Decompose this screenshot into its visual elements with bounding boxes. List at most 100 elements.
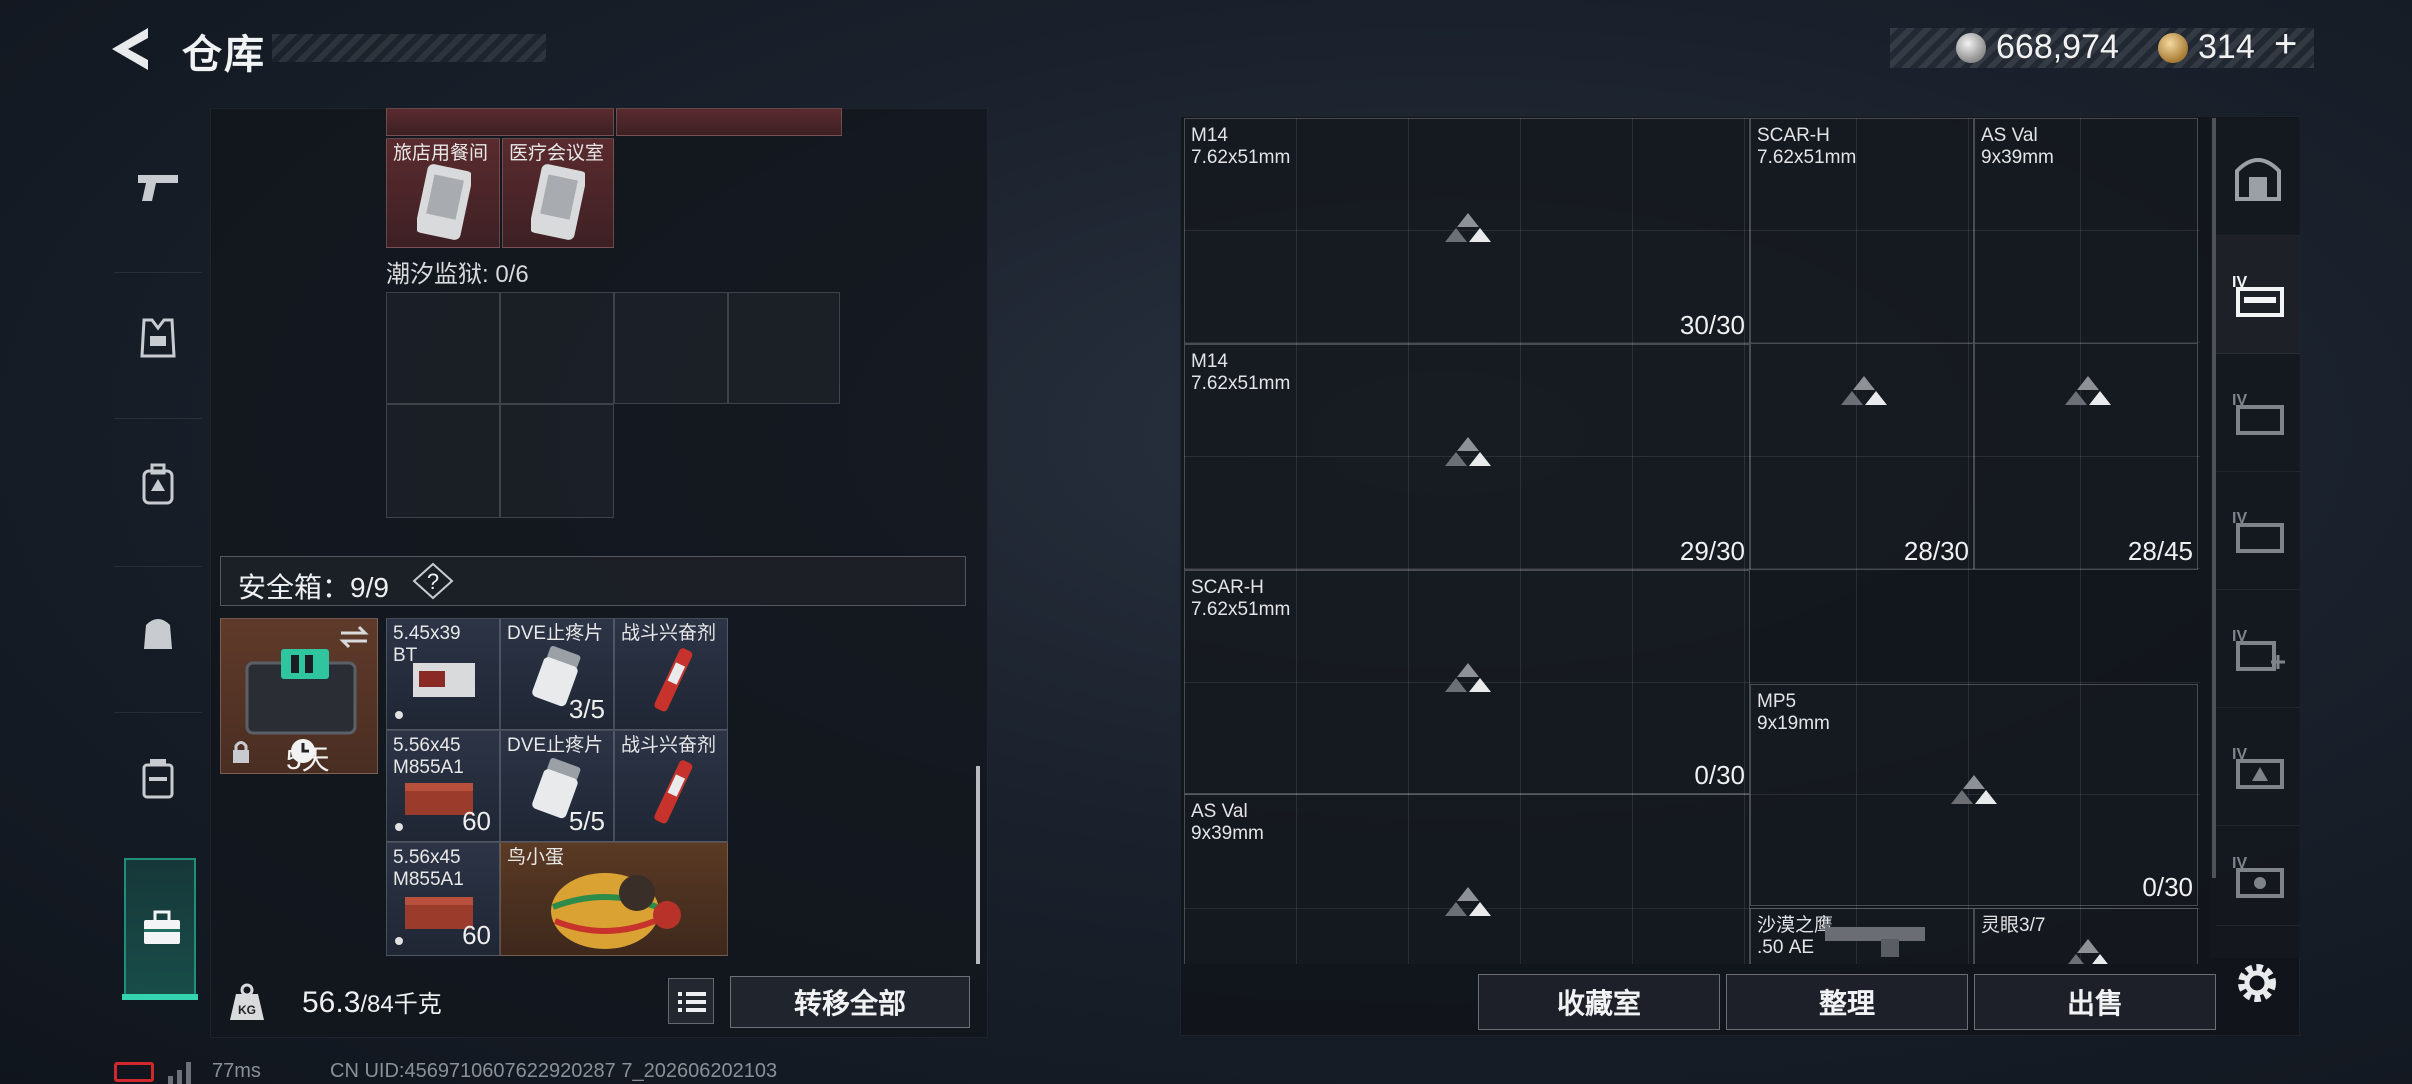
weapon-slot-mp5[interactable]: MP5 9x19mm 0/30: [1750, 684, 2198, 906]
weapon-slot-as-val[interactable]: AS Val 9x39mm: [1974, 118, 2198, 344]
weapon-slot-m14[interactable]: M14 7.62x51mm 29/30: [1184, 344, 1750, 570]
tab-backpack[interactable]: [114, 418, 202, 548]
transfer-all-button[interactable]: 转移全部: [730, 976, 970, 1028]
storage-iv-2-icon: IV: [2232, 392, 2284, 435]
tab-armor[interactable]: [114, 272, 202, 402]
ammo-item[interactable]: 5.45x39 BT: [386, 618, 500, 730]
tab-toolbox[interactable]: [124, 858, 196, 998]
placeholder-mark-icon: [1841, 376, 1887, 406]
weapon-slot-m14[interactable]: M14 7.62x51mm 30/30: [1184, 118, 1750, 344]
weapon-slot-scar-h[interactable]: SCAR-H 7.62x51mm 0/30: [1184, 570, 1750, 794]
empty-slot[interactable]: [500, 292, 614, 404]
empty-slot[interactable]: [386, 292, 500, 404]
tab-bag[interactable]: [114, 566, 202, 696]
silver-amount: 668,974: [1996, 28, 2119, 66]
title-decoration: [272, 34, 546, 62]
key-card-row-partial[interactable]: [616, 108, 842, 136]
safe-box-icon: [245, 649, 357, 735]
sort-button[interactable]: 整理: [1726, 974, 1968, 1030]
painkiller-item[interactable]: DVE止疼片 3/5: [500, 618, 614, 730]
placeholder-mark-icon: [1445, 213, 1491, 243]
key-card-icon: [417, 164, 471, 240]
weight-max: /84千克: [360, 991, 442, 1018]
vault-icon: [2235, 157, 2281, 201]
stimulant-item[interactable]: 战斗兴奋剂: [614, 730, 728, 842]
tab-storage-iv-4[interactable]: IV: [2216, 708, 2300, 826]
tab-case[interactable]: [114, 712, 202, 842]
indicator-dot: [395, 711, 403, 719]
placeholder-mark-icon: [1445, 663, 1491, 693]
silver-coin-icon: [1956, 33, 1986, 63]
safe-box-label: 安全箱：9/9: [238, 572, 389, 603]
key-card-row-partial[interactable]: [386, 108, 614, 136]
weapon-slot-scar-h[interactable]: SCAR-H 7.62x51mm: [1750, 118, 1974, 344]
tab-storage-iv-1[interactable]: IV: [2216, 236, 2300, 354]
weight-display: 56.3/84千克: [302, 984, 442, 1020]
ping-text: 77ms: [212, 1060, 261, 1082]
svg-text:?: ?: [427, 569, 439, 594]
syringe-icon: [654, 760, 693, 824]
signal-icon: [168, 1062, 191, 1084]
ammo-box-icon: [413, 663, 475, 697]
prison-key-counter: 潮汐监狱: 0/6: [386, 261, 529, 288]
egg-icon: [551, 873, 681, 949]
tab-storage-iv-2[interactable]: IV: [2216, 354, 2300, 472]
gold-coin-icon: [2158, 33, 2188, 63]
gold-amount: 314: [2198, 28, 2255, 66]
collection-room-button[interactable]: 收藏室: [1478, 974, 1720, 1030]
attachment-slot-scope[interactable]: 灵眼3/7: [1974, 908, 2198, 964]
storage-iv-5-icon: IV: [2232, 855, 2284, 898]
key-card[interactable]: 旅店用餐间: [386, 138, 500, 248]
weapon-slot-scar-h-body[interactable]: 28/30: [1750, 344, 1974, 570]
battery-icon: [114, 1062, 154, 1082]
backpack-icon: [142, 463, 174, 504]
empty-slot[interactable]: [728, 292, 840, 404]
back-button[interactable]: [108, 26, 156, 72]
safe-box-days: 5天: [286, 744, 330, 775]
empty-slot[interactable]: [386, 404, 500, 518]
tab-vault[interactable]: [2216, 118, 2300, 236]
tab-storage-iv-3[interactable]: IV: [2216, 472, 2300, 590]
tab-weapons[interactable]: [114, 122, 202, 252]
swap-icon[interactable]: [339, 625, 369, 649]
warehouse-grid: M14 7.62x51mm 30/30 SCAR-H 7.62x51mm AS …: [1184, 118, 2200, 964]
indicator-dot: [395, 937, 403, 945]
tab-storage-iv-add[interactable]: IV: [2216, 590, 2300, 708]
uid-text: CN UID:4569710607622920287 7_20260620210…: [330, 1060, 778, 1082]
empty-slot[interactable]: [614, 292, 728, 404]
ammo-item[interactable]: 5.56x45 M855A1 60: [386, 842, 500, 956]
list-icon: [678, 992, 706, 1012]
weapon-slot-as-val-body[interactable]: 28/45: [1974, 344, 2198, 570]
stimulant-item[interactable]: 战斗兴奋剂: [614, 618, 728, 730]
placeholder-mark-icon: [1951, 775, 1997, 805]
scrollbar[interactable]: [976, 766, 980, 964]
list-view-button[interactable]: [668, 978, 714, 1024]
help-icon[interactable]: ?: [412, 562, 454, 600]
storage-iv-4-icon: IV: [2232, 746, 2284, 789]
weapon-slot-as-val[interactable]: AS Val 9x39mm: [1184, 794, 1750, 964]
indicator-dot: [395, 823, 403, 831]
weapon-slot-desert-eagle[interactable]: 沙漠之鹰 .50 AE: [1750, 908, 1974, 964]
vest-icon: [140, 318, 176, 357]
painkiller-item[interactable]: DVE止疼片 5/5: [500, 730, 614, 842]
key-card[interactable]: 医疗会议室: [502, 138, 614, 248]
weight-icon: KG: [230, 983, 264, 1020]
egg-item[interactable]: 鸟小蛋: [500, 842, 728, 956]
storage-iv-3-icon: IV: [2232, 510, 2284, 553]
placeholder-mark-icon: [1445, 437, 1491, 467]
lock-icon: [233, 741, 249, 763]
active-tab-indicator: [122, 994, 198, 1000]
empty-slot[interactable]: [500, 404, 614, 518]
weight-current: 56.3: [302, 986, 361, 1019]
gear-icon[interactable]: [2232, 958, 2282, 1008]
tab-storage-iv-5[interactable]: IV: [2216, 826, 2300, 926]
placeholder-mark-icon: [2065, 939, 2111, 964]
storage-iv-add-icon: IV: [2232, 628, 2285, 671]
gold-add-button[interactable]: +: [2274, 22, 2297, 67]
storage-iv-1-icon: IV: [2232, 274, 2284, 317]
svg-text:KG: KG: [238, 1003, 256, 1017]
ammo-item[interactable]: 5.56x45 M855A1 60: [386, 730, 500, 842]
sell-button[interactable]: 出售: [1974, 974, 2216, 1030]
syringe-icon: [654, 648, 693, 712]
case-icon: [142, 758, 174, 798]
